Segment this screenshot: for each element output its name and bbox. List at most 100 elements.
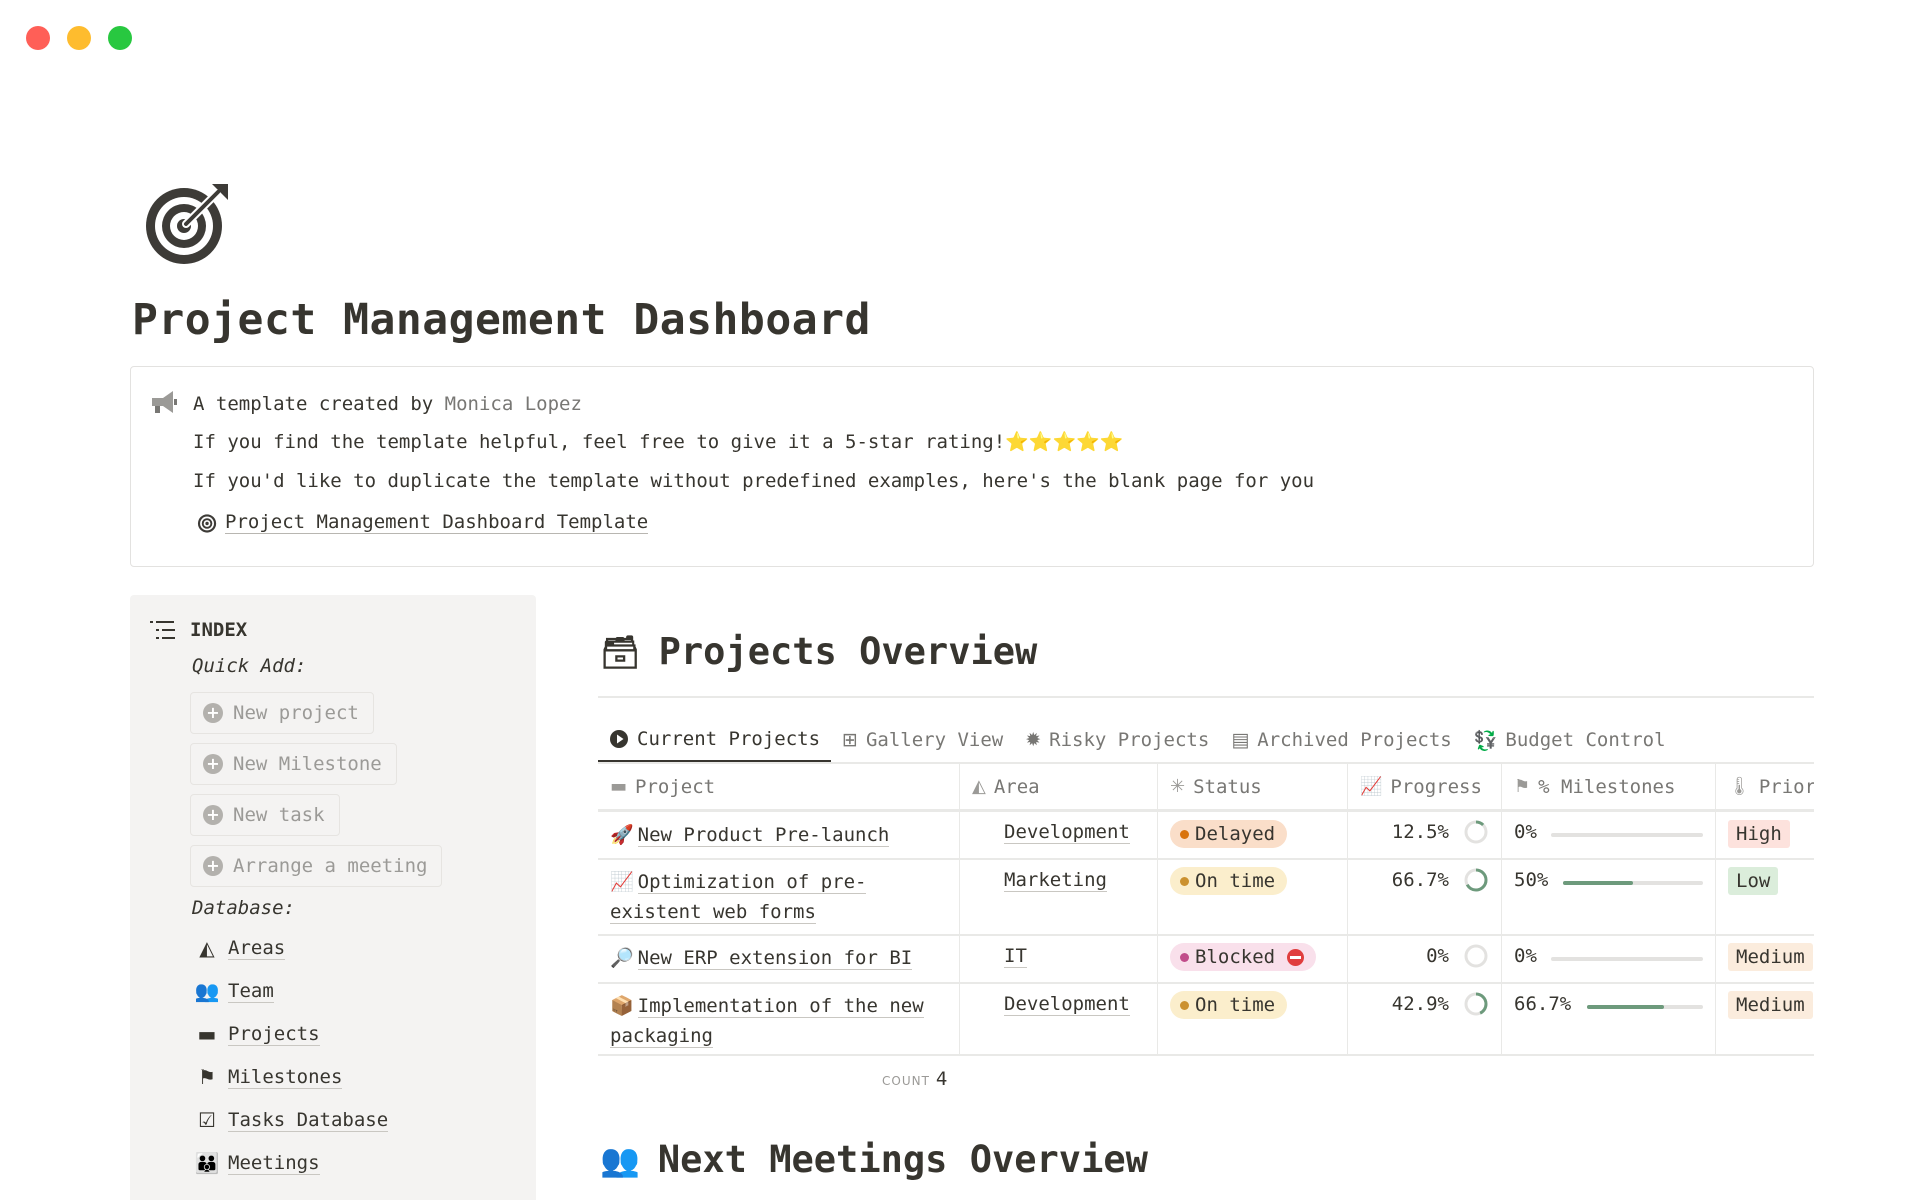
column-header-project[interactable]: ▬ Project: [598, 764, 959, 810]
database-link-tasks[interactable]: ☑ Tasks Database: [194, 1108, 389, 1132]
tab-archived-projects[interactable]: ▤ Archived Projects: [1220, 718, 1462, 762]
tab-label: Archived Projects: [1257, 729, 1452, 751]
row-divider: [598, 810, 1814, 812]
status-dot: [1180, 1000, 1189, 1010]
column-header-status[interactable]: ✳ Status: [1158, 764, 1347, 810]
plus-icon: +: [203, 805, 223, 825]
area-value[interactable]: Development: [1004, 993, 1130, 1016]
arrange-meeting-button[interactable]: + Arrange a meeting: [190, 845, 443, 887]
status-label: On time: [1195, 870, 1276, 892]
projects-overview-heading: 🗃 Projects Overview: [600, 630, 1037, 673]
priority-badge[interactable]: High: [1728, 820, 1790, 848]
table-row-project[interactable]: 📈 Optimization of pre-existent web forms: [610, 867, 950, 927]
list-icon: [150, 621, 175, 639]
tab-label: Gallery View: [865, 729, 1004, 751]
table-row-project[interactable]: 🔎 New ERP extension for BI: [610, 943, 950, 973]
template-link-label: Project Management Dashboard Template: [225, 511, 649, 534]
info-callout: A template created by Monica Lopez If yo…: [130, 366, 1814, 567]
tab-budget-control[interactable]: 💱 Budget Control: [1463, 718, 1677, 762]
column-header-priority[interactable]: 🌡 Priority: [1716, 764, 1814, 810]
new-task-button[interactable]: + New task: [190, 794, 340, 836]
project-name: New ERP extension for BI: [637, 947, 913, 970]
milestones-value: 66.7%: [1514, 993, 1572, 1015]
folder-icon: ▬: [610, 776, 628, 797]
milestones-bar: [1587, 1005, 1703, 1009]
column-header-label: Project: [635, 775, 716, 798]
column-progress: 📈 Progress 12.5% 66.7% 0% 42.9%: [1348, 764, 1502, 1056]
new-milestone-button[interactable]: + New Milestone: [190, 743, 397, 785]
progress-value: 12.5%: [1391, 821, 1449, 843]
column-header-label: % Milestones: [1538, 775, 1676, 798]
milestones-bar: [1563, 881, 1703, 885]
database-link-projects[interactable]: ▬ Projects: [194, 1022, 320, 1046]
database-link-meetings[interactable]: 👪 Meetings: [194, 1151, 320, 1175]
card-file-box-icon: 🗃: [600, 632, 641, 671]
column-header-area[interactable]: ◭ Area: [960, 764, 1157, 810]
minimize-window-button[interactable]: [67, 26, 91, 50]
priority-badge[interactable]: Low: [1728, 867, 1779, 895]
status-badge[interactable]: On time: [1170, 867, 1288, 895]
row-count[interactable]: COUNT 4: [882, 1068, 947, 1090]
area-value[interactable]: Marketing: [1004, 869, 1107, 892]
maximize-window-button[interactable]: [108, 26, 132, 50]
status-badge[interactable]: Blocked: [1170, 943, 1317, 971]
close-window-button[interactable]: [26, 26, 50, 50]
megaphone-icon: [149, 389, 179, 421]
chart-line-icon: 📈: [1360, 776, 1383, 797]
tab-current-projects[interactable]: Current Projects: [598, 718, 832, 762]
column-header-milestones[interactable]: ⚑ % Milestones: [1502, 764, 1715, 810]
flag-icon: ⚑: [198, 1065, 216, 1089]
column-status: ✳ Status Delayed On time Blocked On time: [1158, 764, 1348, 1056]
play-circle-icon: [610, 730, 628, 748]
column-header-progress[interactable]: 📈 Progress: [1348, 764, 1501, 810]
window-controls: [26, 26, 132, 50]
area-value[interactable]: Development: [1004, 821, 1130, 844]
no-entry-icon: [1287, 948, 1305, 966]
table-row-project[interactable]: 📦 Implementation of the new packaging: [610, 991, 950, 1051]
plus-icon: +: [203, 754, 223, 774]
milestones-value: 0%: [1514, 945, 1537, 967]
next-meetings-heading: 👥 Next Meetings Overview: [600, 1138, 1148, 1181]
project-name: Implementation of the new packaging: [610, 995, 924, 1048]
column-project: ▬ Project 🚀 New Product Pre-launch 📈 Optim…: [598, 764, 960, 1056]
gallery-icon: ⊞: [842, 729, 858, 751]
progress-value: 0%: [1426, 945, 1449, 967]
status-badge[interactable]: Delayed: [1170, 820, 1288, 848]
area-value[interactable]: IT: [1004, 945, 1027, 968]
tab-gallery-view[interactable]: ⊞ Gallery View: [831, 718, 1014, 762]
status-label: On time: [1195, 994, 1276, 1016]
status-badge[interactable]: On time: [1170, 991, 1288, 1019]
priority-badge[interactable]: Medium: [1728, 943, 1813, 971]
database-link-label: Milestones: [228, 1065, 343, 1089]
row-divider: [598, 1054, 1814, 1056]
index-sidebar: INDEX Quick Add: + New project + New Mil…: [130, 595, 536, 1200]
status-label: Blocked: [1195, 946, 1276, 968]
people-icon: 👥: [600, 1140, 640, 1179]
project-name: Optimization of pre-existent web forms: [610, 871, 867, 924]
thermometer-icon: 🌡: [1728, 776, 1751, 797]
magnifier-icon: 🔎: [610, 947, 634, 969]
progress-value: 42.9%: [1391, 993, 1449, 1015]
column-header-label: Progress: [1390, 775, 1482, 798]
author-name: Monica Lopez: [444, 393, 582, 415]
callout-rating-line: If you find the template helpful, feel f…: [193, 431, 1124, 453]
database-link-label: Areas: [228, 936, 286, 960]
priority-badge[interactable]: Medium: [1728, 991, 1813, 1019]
template-page-link[interactable]: Project Management Dashboard Template: [197, 511, 649, 534]
database-link-team[interactable]: 👥 Team: [194, 979, 274, 1003]
tab-risky-projects[interactable]: ✹ Risky Projects: [1014, 718, 1220, 762]
shapes-icon: ◭: [972, 776, 986, 797]
project-name: New Product Pre-launch: [637, 824, 890, 847]
count-label: COUNT: [882, 1074, 930, 1088]
database-link-milestones[interactable]: ⚑ Milestones: [194, 1065, 343, 1089]
table-row-project[interactable]: 🚀 New Product Pre-launch: [610, 820, 950, 850]
plus-icon: +: [203, 703, 223, 723]
new-project-button[interactable]: + New project: [190, 692, 374, 734]
index-heading: INDEX: [150, 619, 247, 641]
rocket-icon: 🚀: [610, 824, 634, 846]
database-link-areas[interactable]: ◭ Areas: [194, 936, 286, 960]
target-icon[interactable]: [142, 178, 234, 270]
milestones-bar-fill: [1587, 1005, 1665, 1009]
column-milestones: ⚑ % Milestones 0% 50% 0% 66.7%: [1502, 764, 1716, 1056]
progress-ring: [1464, 992, 1488, 1016]
